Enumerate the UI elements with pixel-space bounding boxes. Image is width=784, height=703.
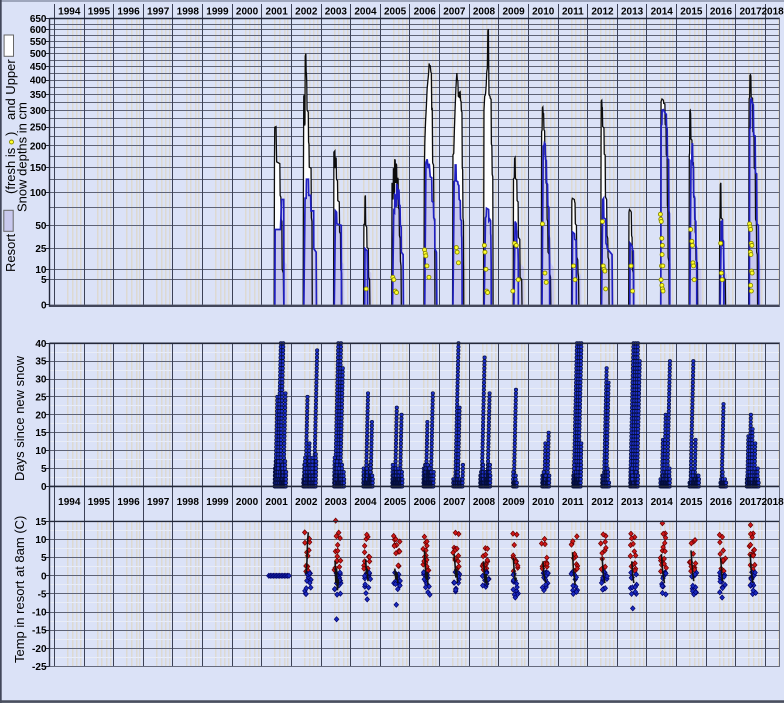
svg-text:20: 20: [35, 410, 47, 421]
svg-text:2012: 2012: [591, 497, 614, 508]
svg-text:5: 5: [41, 553, 47, 564]
svg-text:2004: 2004: [354, 497, 377, 508]
svg-text:2005: 2005: [384, 497, 407, 508]
svg-text:2015: 2015: [680, 6, 703, 17]
svg-text:1999: 1999: [206, 6, 229, 17]
svg-text:2018: 2018: [762, 6, 784, 17]
svg-text:15: 15: [35, 517, 47, 528]
svg-text:350: 350: [30, 90, 47, 101]
svg-text:550: 550: [30, 37, 47, 48]
svg-text:2002: 2002: [295, 497, 318, 508]
svg-text:2000: 2000: [236, 497, 259, 508]
svg-text:1999: 1999: [206, 497, 229, 508]
svg-text:2017: 2017: [739, 497, 762, 508]
svg-text:-5: -5: [38, 589, 47, 600]
svg-text:2006: 2006: [414, 6, 437, 17]
svg-text:2016: 2016: [710, 497, 733, 508]
svg-text:2002: 2002: [295, 6, 318, 17]
svg-text:2018: 2018: [762, 497, 784, 508]
svg-text:10: 10: [35, 265, 47, 276]
svg-text:1998: 1998: [177, 6, 200, 17]
svg-text:2017: 2017: [739, 6, 762, 17]
svg-text:150: 150: [30, 163, 47, 174]
svg-text:100: 100: [30, 188, 47, 199]
svg-text:25: 25: [35, 244, 47, 255]
svg-text:500: 500: [30, 49, 47, 60]
svg-text:2008: 2008: [473, 6, 496, 17]
svg-text:25: 25: [35, 392, 47, 403]
svg-text:1995: 1995: [88, 497, 111, 508]
svg-text:2004: 2004: [354, 6, 377, 17]
svg-text:10: 10: [35, 446, 47, 457]
svg-text:Days since new snow: Days since new snow: [12, 355, 27, 481]
svg-text:1997: 1997: [147, 497, 170, 508]
svg-text:400: 400: [30, 76, 47, 87]
svg-text:2007: 2007: [443, 6, 466, 17]
svg-text:0: 0: [41, 300, 47, 311]
svg-text:Resort: Resort: [3, 233, 18, 272]
svg-text:2009: 2009: [502, 6, 525, 17]
svg-text:2011: 2011: [562, 6, 584, 17]
svg-text:2003: 2003: [325, 6, 348, 17]
svg-text:1995: 1995: [88, 6, 111, 17]
svg-text:5: 5: [41, 275, 47, 286]
svg-text:600: 600: [30, 25, 47, 36]
svg-text:450: 450: [30, 62, 47, 73]
svg-text:2010: 2010: [532, 497, 555, 508]
svg-text:250: 250: [30, 123, 47, 134]
svg-text:2014: 2014: [651, 497, 674, 508]
svg-text:30: 30: [35, 375, 47, 386]
svg-text:650: 650: [30, 14, 47, 25]
svg-text:1996: 1996: [117, 6, 140, 17]
svg-text:2000: 2000: [236, 6, 259, 17]
svg-text:50: 50: [35, 221, 47, 232]
svg-text:2003: 2003: [325, 497, 348, 508]
svg-text:15: 15: [35, 428, 47, 439]
svg-text:0: 0: [41, 571, 47, 582]
svg-text:Snow depths in cm: Snow depths in cm: [15, 102, 30, 212]
svg-text:1994: 1994: [58, 6, 81, 17]
svg-text:2007: 2007: [443, 497, 466, 508]
svg-text:2014: 2014: [651, 6, 674, 17]
svg-text:5: 5: [41, 464, 47, 475]
svg-text:2008: 2008: [473, 497, 496, 508]
svg-text:2010: 2010: [532, 6, 555, 17]
svg-text:40: 40: [35, 339, 47, 350]
svg-text:2013: 2013: [621, 6, 644, 17]
svg-text:-10: -10: [32, 608, 47, 619]
svg-text:-25: -25: [32, 662, 47, 673]
svg-text:1998: 1998: [177, 497, 200, 508]
svg-text:1994: 1994: [58, 497, 81, 508]
svg-text:2009: 2009: [502, 497, 525, 508]
svg-text:2001: 2001: [266, 6, 289, 17]
svg-text:-20: -20: [32, 644, 47, 655]
svg-text:300: 300: [30, 106, 47, 117]
svg-text:Temp in resort at 8am (C): Temp in resort at 8am (C): [12, 516, 27, 663]
svg-text:0: 0: [41, 482, 47, 493]
svg-text:35: 35: [35, 357, 47, 368]
svg-text:200: 200: [30, 141, 47, 152]
svg-text:2006: 2006: [414, 497, 437, 508]
svg-text:1997: 1997: [147, 6, 170, 17]
svg-text:2016: 2016: [710, 6, 733, 17]
svg-text:2015: 2015: [680, 497, 703, 508]
svg-text:2011: 2011: [562, 497, 584, 508]
svg-text:2005: 2005: [384, 6, 407, 17]
svg-text:2001: 2001: [266, 497, 289, 508]
svg-text:-15: -15: [32, 626, 47, 637]
svg-text:2013: 2013: [621, 497, 644, 508]
svg-text:10: 10: [35, 535, 47, 546]
svg-text:1996: 1996: [117, 497, 140, 508]
svg-text:2012: 2012: [591, 6, 614, 17]
